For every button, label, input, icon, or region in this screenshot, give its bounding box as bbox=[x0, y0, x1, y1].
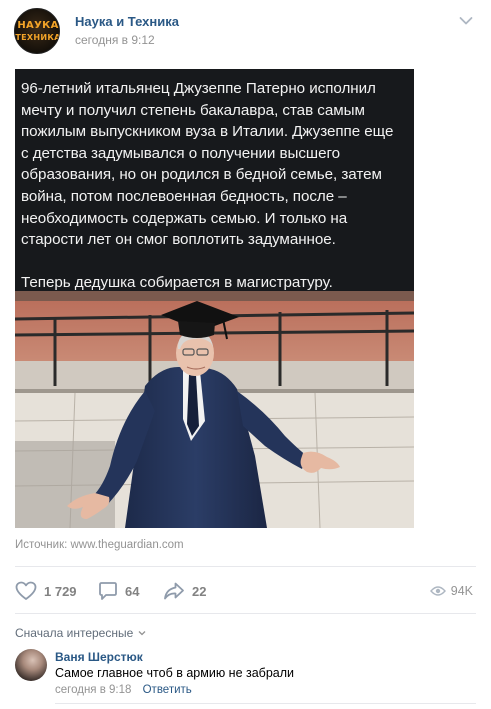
avatar-logo-top: НАУКА bbox=[17, 20, 59, 31]
shares-count: 22 bbox=[192, 583, 207, 599]
divider-top bbox=[15, 566, 476, 567]
reply-button[interactable]: Ответить bbox=[143, 684, 192, 696]
commenter-avatar[interactable] bbox=[15, 649, 47, 681]
avatar-logo-bottom: ТЕХНИКА bbox=[15, 33, 60, 42]
post-actions: 1 729 64 22 94K bbox=[15, 578, 476, 604]
comment-meta: сегодня в 9:18 Ответить bbox=[55, 684, 192, 696]
chevron-down-icon bbox=[138, 631, 146, 636]
eye-icon bbox=[429, 586, 446, 596]
comment-text: Самое главное чтоб в армию не забрали bbox=[55, 666, 295, 680]
share-button[interactable]: 22 bbox=[163, 578, 206, 604]
like-button[interactable]: 1 729 bbox=[15, 578, 77, 604]
source-label: Источник: bbox=[15, 539, 68, 551]
share-icon bbox=[164, 582, 184, 600]
likes-count: 1 729 bbox=[44, 583, 77, 599]
comment-author[interactable]: Ваня Шерстюк bbox=[55, 650, 143, 664]
post-text: 96-летний итальянец Джузеппе Патерно исп… bbox=[21, 80, 394, 292]
post-header: НАУКА ТЕХНИКА Наука и Техника сегодня в … bbox=[14, 8, 477, 54]
group-avatar[interactable]: НАУКА ТЕХНИКА bbox=[14, 8, 60, 54]
views-counter: 94K bbox=[429, 578, 473, 604]
views-count: 94K bbox=[450, 584, 473, 598]
comments-count: 64 bbox=[125, 583, 140, 599]
chevron-down-icon[interactable] bbox=[459, 16, 473, 26]
post-image[interactable]: 96-летний итальянец Джузеппе Патерно исп… bbox=[15, 69, 414, 528]
sort-label: Сначала интересные bbox=[15, 626, 134, 640]
comments-sort-dropdown[interactable]: Сначала интересные bbox=[15, 626, 146, 640]
comment-item: Ваня Шерстюк Самое главное чтоб в армию … bbox=[15, 649, 476, 704]
group-name-link[interactable]: Наука и Техника bbox=[75, 14, 179, 29]
post-time[interactable]: сегодня в 9:12 bbox=[75, 33, 155, 47]
comment-button[interactable]: 64 bbox=[98, 578, 139, 604]
comment-divider bbox=[55, 703, 476, 704]
source-link[interactable]: www.theguardian.com bbox=[71, 539, 184, 551]
comment-icon bbox=[99, 582, 117, 600]
post-source: Источник: www.theguardian.com bbox=[15, 539, 184, 551]
graduate-photo bbox=[15, 291, 414, 528]
image-text-panel: 96-летний итальянец Джузеппе Патерно исп… bbox=[15, 69, 414, 291]
heart-icon bbox=[15, 581, 37, 600]
comment-time[interactable]: сегодня в 9:18 bbox=[55, 684, 131, 696]
divider-bottom bbox=[15, 613, 476, 614]
